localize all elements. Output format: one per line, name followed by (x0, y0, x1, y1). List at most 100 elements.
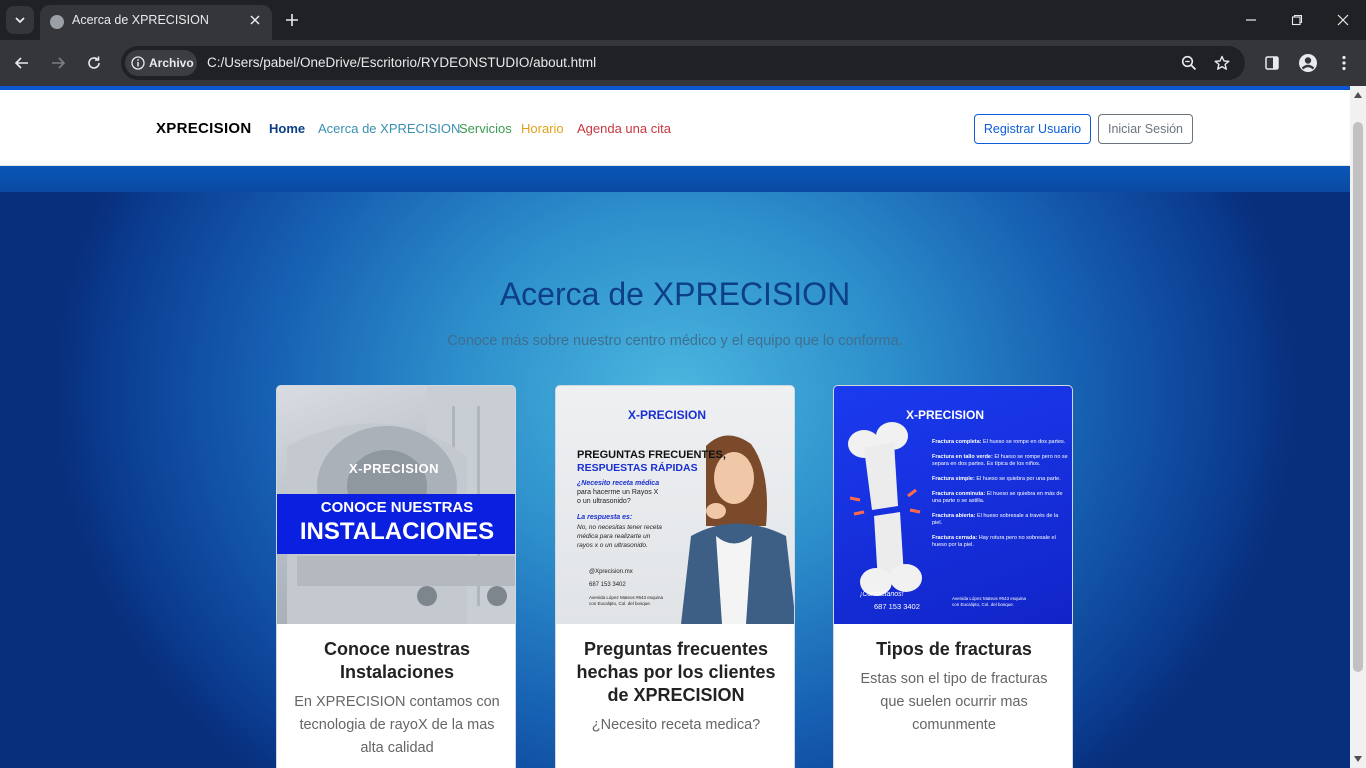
fracture-contact: ¡Contactanos! (860, 591, 904, 598)
fracture-item: Fractura simple: El hueso se quiebra por… (932, 476, 1061, 482)
card-image-brand: X-PRECISION (628, 408, 707, 422)
card-title: Tipos de fracturas (876, 639, 1032, 659)
card-faq[interactable]: X-PRECISION PREGUNTAS FRECUENTES, RESPUE… (555, 385, 795, 768)
page-title: Acerca de XPRECISION (499, 276, 851, 312)
close-icon (250, 15, 260, 25)
close-icon (1337, 14, 1349, 26)
new-tab-button[interactable] (282, 10, 302, 30)
faq-question-2: para hacerme un Rayos X (577, 489, 659, 496)
brand-logo[interactable]: XPRECISION (156, 120, 252, 137)
card-image-brand: X-PRECISION (906, 408, 985, 422)
fracture-item: Fractura completa: El hueso se rompe en … (932, 439, 1066, 445)
login-button[interactable]: Iniciar Sesión (1098, 114, 1193, 144)
browser-menu-button[interactable] (1332, 51, 1356, 75)
card-image-brand: X-PRECISION (349, 461, 440, 476)
triangle-down-icon (1354, 756, 1362, 762)
star-icon (1214, 55, 1230, 70)
side-panel-icon (1265, 56, 1279, 70)
zoom-icon (1181, 55, 1197, 71)
card-title: Conoce nuestras Instalaciones (323, 639, 471, 682)
profile-icon (1299, 54, 1317, 72)
bookmark-button[interactable] (1211, 52, 1233, 74)
scroll-down-arrow[interactable] (1353, 754, 1363, 764)
card-text: Estas son el tipo de fracturas que suele… (860, 671, 1048, 733)
card-image-line1: CONOCE NUESTRAS (320, 499, 474, 516)
reload-icon (88, 56, 100, 69)
nav-link-services[interactable]: Servicios (459, 121, 512, 136)
faq-address-2: con Eucalipto, Col. del bosque. (589, 601, 652, 606)
site-navbar: XPRECISION Home Acerca de XPRECISION Ser… (0, 90, 1350, 166)
browser-tab[interactable]: Acerca de XPRECISION (40, 5, 272, 40)
nav-link-about[interactable]: Acerca de XPRECISION (318, 121, 460, 136)
faq-question-1: ¿Necesito receta médica (577, 480, 660, 487)
faq-answer-label: La respuesta es: (577, 514, 633, 521)
restore-button[interactable] (1274, 0, 1320, 40)
scroll-up-arrow[interactable] (1353, 90, 1363, 100)
card-image-fractures: X-PRECISION Fractura completa: El hueso … (834, 386, 1072, 624)
minimize-icon (1246, 19, 1256, 21)
fracture-item: Fractura conminuta: El hueso se quiebra … (932, 491, 1063, 504)
card-image-faq: X-PRECISION PREGUNTAS FRECUENTES, RESPUE… (556, 386, 794, 624)
site-chip-label: Archivo (149, 56, 194, 70)
minimize-button[interactable] (1228, 0, 1274, 40)
fracture-phone: 687 153 3402 (874, 602, 920, 611)
register-button[interactable]: Registrar Usuario (974, 114, 1091, 144)
card-fractures[interactable]: X-PRECISION Fractura completa: El hueso … (833, 385, 1073, 768)
card-image-installations: X-PRECISION CONOCE NUESTRAS INSTALACIONE… (277, 386, 515, 624)
card-text: ¿Necesito receta medica? (591, 717, 761, 733)
info-icon (131, 56, 145, 70)
card-title: Preguntas frecuentes hechas por los clie… (576, 639, 776, 705)
profile-button[interactable] (1296, 51, 1320, 75)
side-panel-button[interactable] (1260, 51, 1284, 75)
card-text: En XPRECISION contamos con tecnologia de… (294, 694, 500, 756)
faq-answer-2: médica para realizarte un (577, 533, 651, 540)
tab-strip: Acerca de XPRECISION (0, 0, 1366, 40)
url-text[interactable]: C:/Users/pabel/OneDrive/Escritorio/RYDEO… (207, 55, 596, 70)
plus-icon (286, 14, 298, 26)
fracture-list: Fractura completa: El hueso se rompe en … (932, 439, 1068, 557)
fracture-item: Fractura en tallo verde: El hueso se rom… (932, 454, 1068, 467)
faq-heading-2: RESPUESTAS RÁPIDAS (577, 462, 698, 474)
arrow-left-icon (14, 57, 28, 69)
faq-heading-1: PREGUNTAS FRECUENTES, (577, 449, 726, 461)
card-body: Preguntas frecuentes hechas por los clie… (556, 624, 794, 751)
page-viewport: XPRECISION Home Acerca de XPRECISION Ser… (0, 86, 1350, 768)
nav-link-home[interactable]: Home (269, 121, 305, 136)
about-section: Acerca de XPRECISION Conoce más sobre nu… (0, 192, 1350, 768)
fracture-item: Fractura cerrada: Hay rotura pero no sob… (932, 535, 1056, 548)
reload-button[interactable] (82, 51, 106, 75)
close-window-button[interactable] (1320, 0, 1366, 40)
forward-button[interactable] (46, 51, 70, 75)
header-band (0, 166, 1350, 192)
page-scrollbar[interactable] (1350, 86, 1366, 768)
tab-search-button[interactable] (6, 6, 34, 34)
nav-link-appointment[interactable]: Agenda una cita (577, 121, 671, 136)
card-body: Conoce nuestras Instalaciones En XPRECIS… (277, 624, 515, 768)
faq-answer-1: No, no necesitas tener receta (577, 524, 662, 531)
faq-question-3: o un ultrasonido? (577, 498, 631, 505)
chevron-down-icon (15, 17, 25, 24)
fracture-item: Fractura abierta: El hueso sobresale a t… (932, 513, 1059, 526)
more-vertical-icon (1342, 55, 1346, 71)
site-info-chip[interactable]: Archivo (125, 50, 197, 76)
arrow-right-icon (52, 57, 66, 69)
card-body: Tipos de fracturas Estas son el tipo de … (834, 624, 1072, 751)
fracture-address-1: Avenida López Mateos #643 esquina (952, 596, 1026, 601)
card-installations[interactable]: X-PRECISION CONOCE NUESTRAS INSTALACIONE… (276, 385, 516, 768)
faq-social: @Xprecision.mx (589, 569, 633, 575)
restore-icon (1291, 14, 1303, 26)
address-bar[interactable]: Archivo C:/Users/pabel/OneDrive/Escritor… (121, 46, 1245, 80)
window-controls (1228, 0, 1366, 40)
fracture-address-2: con Eucalipto, Col. del bosque. (952, 602, 1015, 607)
card-image-line2: INSTALACIONES (299, 518, 495, 545)
zoom-button[interactable] (1178, 52, 1200, 74)
tab-title: Acerca de XPRECISION (72, 13, 209, 27)
scroll-thumb[interactable] (1353, 122, 1363, 672)
globe-icon (50, 15, 64, 29)
tab-close-button[interactable] (246, 11, 264, 29)
faq-answer-3: rayos x o un ultrasonido. (577, 542, 648, 549)
page-subtitle: Conoce más sobre nuestro centro médico y… (447, 333, 903, 349)
nav-link-schedule[interactable]: Horario (521, 121, 564, 136)
faq-phone: 687 153 3402 (589, 582, 626, 588)
back-button[interactable] (10, 51, 34, 75)
